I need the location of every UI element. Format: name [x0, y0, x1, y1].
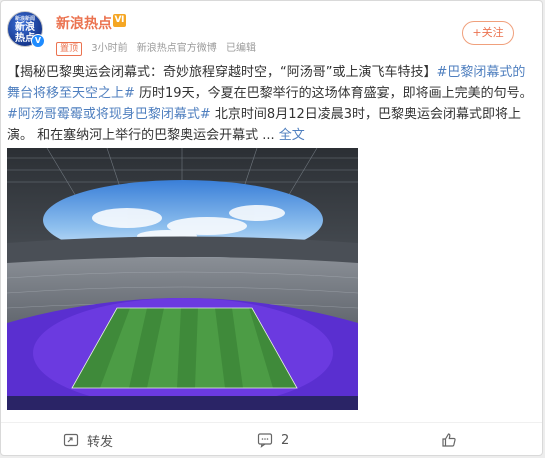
- post-meta: 置顶 3小时前 新浪热点官方微博 已编辑: [56, 39, 262, 56]
- post-text: 【揭秘巴黎奥运会闭幕式：奇妙旅程穿越时空，“阿汤哥”或上演飞车特技】#巴黎闭幕式…: [7, 62, 537, 146]
- weibo-post-card: 新浪新闻 新浪 热点 V 新浪热点 Ⅵ 置顶 3小时前 新浪热点官方微博 已编辑…: [0, 0, 543, 456]
- repost-button[interactable]: 转发: [63, 423, 114, 455]
- repost-icon: [63, 433, 79, 447]
- comment-count: 2: [281, 432, 290, 448]
- like-button[interactable]: [441, 423, 465, 455]
- avatar-top-text: 新浪新闻: [14, 16, 35, 22]
- edited-label: 已编辑: [225, 43, 256, 54]
- stadium-photo[interactable]: [7, 148, 358, 410]
- follow-button[interactable]: +关注: [462, 21, 514, 45]
- read-more-link[interactable]: 全文: [279, 128, 305, 143]
- account-name[interactable]: 新浪热点: [56, 13, 112, 33]
- action-bar: 转发 2: [1, 422, 542, 455]
- post-text-part2: 历时19天，今夏在巴黎举行的这场体育盛宴，即将画上完美的句号。: [134, 86, 533, 101]
- comment-icon: [257, 433, 273, 448]
- post-text-part1: 【揭秘巴黎奥运会闭幕式：奇妙旅程穿越时空，“阿汤哥”或上演飞车特技】: [7, 65, 437, 80]
- hashtag-link-2[interactable]: #阿汤哥霉霉或将现身巴黎闭幕式#: [7, 107, 211, 122]
- vip-badge-icon: Ⅵ: [113, 14, 126, 27]
- post-time[interactable]: 3小时前: [91, 43, 127, 54]
- comment-button[interactable]: 2: [257, 423, 290, 455]
- verified-icon: V: [31, 34, 45, 48]
- repost-label: 转发: [87, 434, 114, 450]
- post-source: 新浪热点官方微博: [136, 43, 217, 54]
- pin-badge: 置顶: [56, 42, 83, 56]
- like-icon: [442, 433, 456, 447]
- avatar-text-1: 新浪: [15, 22, 35, 33]
